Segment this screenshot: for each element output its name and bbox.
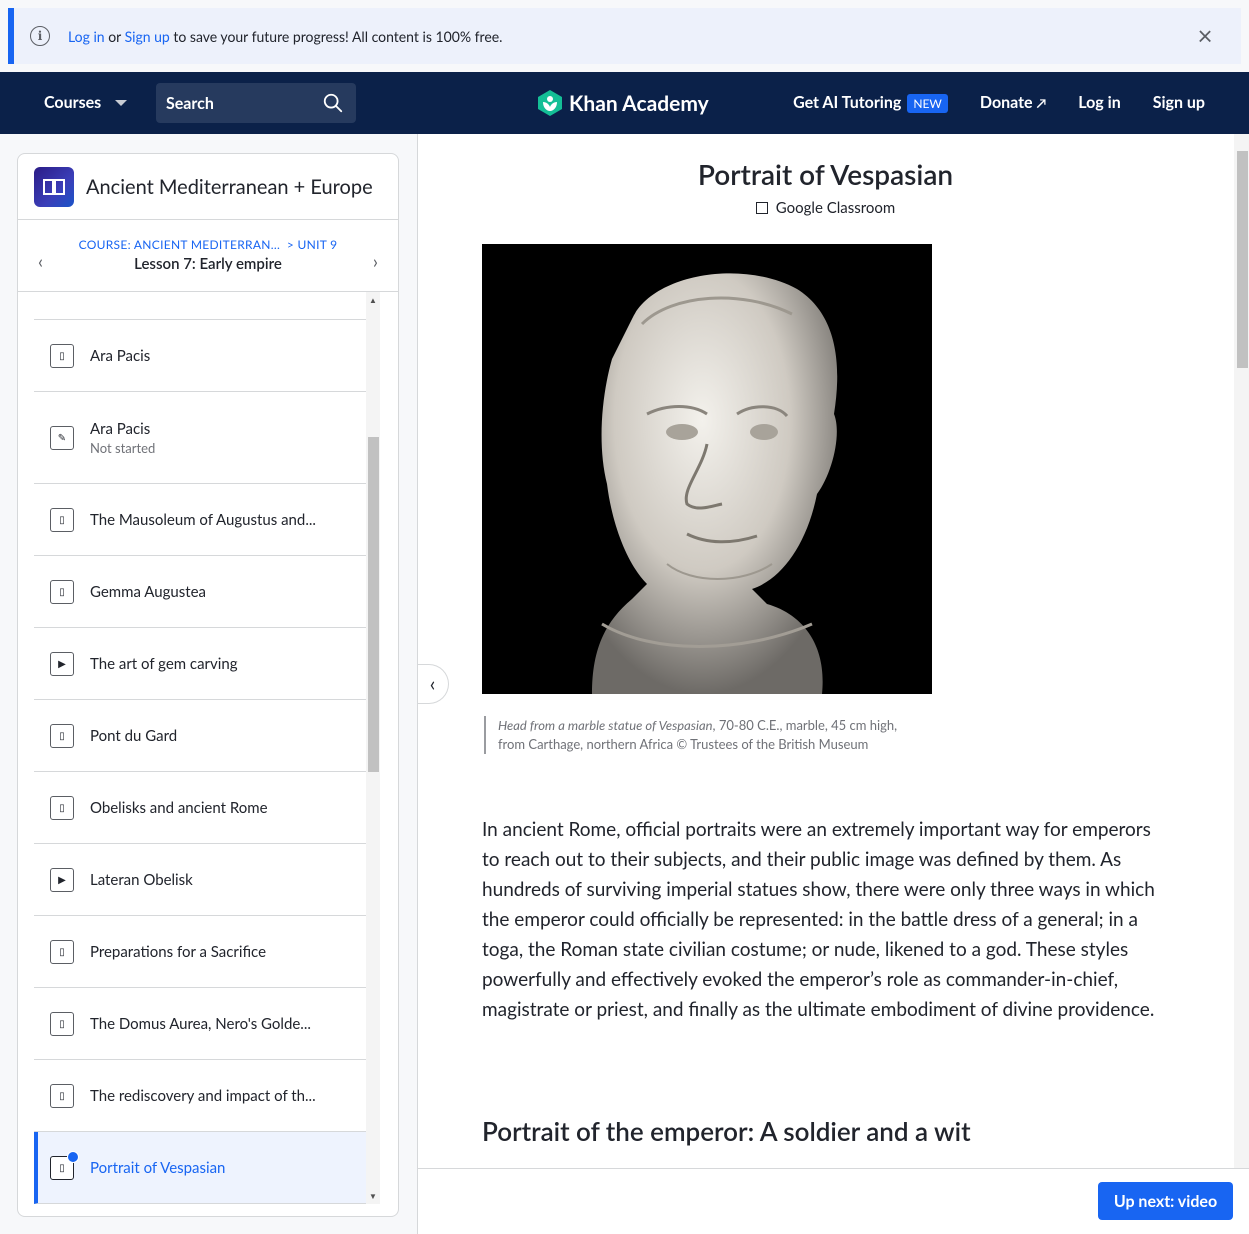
- list-item[interactable]: ▯ Preparations for a Sacrifice: [34, 916, 366, 988]
- main-scroll-thumb[interactable]: [1237, 151, 1248, 368]
- chevron-left-icon[interactable]: ‹: [38, 250, 43, 272]
- list-item[interactable]: ▶ Lateran Obelisk: [34, 844, 366, 916]
- exercise-icon: ✎: [50, 425, 74, 450]
- info-icon: i: [30, 26, 50, 46]
- header-login-link[interactable]: Log in: [1078, 93, 1120, 112]
- banner-text: to save your future progress! All conten…: [173, 27, 503, 45]
- list-item[interactable]: ▯ The Domus Aurea, Nero's Golde...: [34, 988, 366, 1060]
- caption-title: Head from a marble statue of Vespasian: [498, 717, 713, 733]
- article-icon: ▯: [50, 507, 74, 532]
- ai-tutoring-link[interactable]: Get AI Tutoring NEW: [793, 93, 948, 113]
- course-book-icon: [34, 166, 74, 207]
- chevron-right-icon[interactable]: ›: [373, 250, 378, 272]
- video-icon: ▶: [50, 651, 74, 676]
- article-icon: ▯: [50, 1150, 79, 1180]
- courses-menu-button[interactable]: Courses: [44, 93, 128, 112]
- external-link-icon: ↗: [1036, 95, 1047, 111]
- donate-label: Donate: [979, 93, 1033, 112]
- sidebar-scroll-thumb[interactable]: [368, 437, 379, 772]
- item-label: Ara Pacis: [90, 419, 151, 438]
- new-badge: NEW: [907, 94, 948, 113]
- list-item[interactable]: ▯ Ara Pacis: [34, 320, 366, 392]
- khan-academy-logo[interactable]: Khan Academy: [537, 89, 709, 117]
- item-status: Not started: [90, 439, 156, 456]
- top-navbar: Courses Search Khan Academy Get AI Tutor…: [0, 72, 1249, 134]
- list-item[interactable]: ▯ The Mausoleum of Augustus and...: [34, 484, 366, 556]
- ai-tutoring-label: Get AI Tutoring: [793, 93, 902, 112]
- item-label: The Mausoleum of Augustus and...: [90, 510, 316, 529]
- course-header[interactable]: Ancient Mediterranean + Europe: [18, 154, 398, 220]
- breadcrumb-course[interactable]: COURSE: ANCIENT MEDITERRAN...: [79, 237, 281, 252]
- khan-leaf-icon: [538, 90, 562, 116]
- header-signup-link[interactable]: Sign up: [1153, 93, 1205, 112]
- scroll-up-arrow-icon[interactable]: ▲: [369, 295, 377, 305]
- item-label: Preparations for a Sacrifice: [90, 942, 266, 961]
- banner-signup-link[interactable]: Sign up: [125, 28, 170, 45]
- login-banner: i Log in or Sign up to save your future …: [8, 8, 1241, 64]
- image-caption: Head from a marble statue of Vespasian, …: [484, 716, 904, 754]
- content-footer: Up next: video: [418, 1168, 1249, 1234]
- list-item-partial[interactable]: [34, 292, 366, 320]
- article-icon: ▯: [50, 1083, 74, 1108]
- article-icon: ▯: [50, 939, 74, 964]
- breadcrumb[interactable]: COURSE: ANCIENT MEDITERRAN... > UNIT 9: [18, 220, 398, 252]
- banner-login-link[interactable]: Log in: [68, 28, 105, 45]
- chevron-left-icon: ‹: [429, 672, 436, 696]
- item-label: Gemma Augustea: [90, 582, 206, 601]
- item-text: Ara Pacis Not started: [90, 420, 155, 456]
- lesson-navigator: ‹ COURSE: ANCIENT MEDITERRAN... > UNIT 9…: [18, 220, 398, 292]
- scroll-down-arrow-icon[interactable]: ▼: [369, 1191, 377, 1201]
- donate-link[interactable]: Donate ↗: [980, 93, 1046, 112]
- search-input[interactable]: Search: [156, 83, 356, 123]
- article-icon: ▯: [50, 1011, 74, 1036]
- collapse-sidebar-button[interactable]: ‹: [418, 664, 449, 704]
- google-classroom-label: Google Classroom: [775, 199, 896, 217]
- lesson-title: Lesson 7: Early empire: [134, 255, 282, 273]
- article-icon: ▯: [50, 343, 74, 368]
- course-title: Ancient Mediterranean + Europe: [86, 174, 373, 199]
- chevron-down-icon: [115, 99, 128, 106]
- article-icon: ▯: [50, 579, 74, 604]
- item-label: The art of gem carving: [90, 654, 238, 673]
- item-label: Ara Pacis: [90, 346, 151, 365]
- google-classroom-icon: [755, 202, 768, 214]
- list-item[interactable]: ▶ The art of gem carving: [34, 628, 366, 700]
- section-heading: Portrait of the emperor: A soldier and a…: [482, 1115, 971, 1147]
- item-label: Portrait of Vespasian: [90, 1158, 226, 1177]
- sidebar-scrollbar[interactable]: ▲ ▼: [366, 292, 380, 1204]
- item-label: The rediscovery and impact of th...: [90, 1086, 316, 1105]
- google-classroom-button[interactable]: Google Classroom: [418, 199, 1233, 217]
- lesson-item-list: ▯ Ara Pacis ✎ Ara Pacis Not started ▯ Th…: [34, 292, 366, 1204]
- article-paragraph: In ancient Rome, official portraits were…: [482, 818, 1155, 1021]
- item-label: Lateran Obelisk: [90, 870, 193, 889]
- breadcrumb-unit[interactable]: > UNIT 9: [287, 237, 338, 252]
- courses-label: Courses: [44, 93, 102, 112]
- page-title: Portrait of Vespasian: [697, 157, 954, 191]
- banner-or-text: or: [108, 27, 121, 45]
- article-icon: ▯: [50, 795, 74, 820]
- checkmark-icon: [67, 1150, 79, 1163]
- list-item[interactable]: ▯ The rediscovery and impact of th...: [34, 1060, 366, 1132]
- vespasian-bust-image: [482, 244, 932, 694]
- up-next-button[interactable]: Up next: video: [1098, 1182, 1233, 1220]
- course-sidebar: Ancient Mediterranean + Europe ‹ COURSE:…: [17, 153, 399, 1217]
- logo-text: Khan Academy: [569, 90, 709, 116]
- item-label: Obelisks and ancient Rome: [90, 798, 268, 817]
- item-label: Pont du Gard: [90, 726, 178, 745]
- close-icon[interactable]: ×: [1193, 22, 1217, 48]
- search-icon[interactable]: [322, 92, 344, 114]
- search-label: Search: [166, 93, 214, 113]
- header-links: Get AI Tutoring NEW Donate ↗ Log in Sign …: [793, 93, 1205, 113]
- list-item-active[interactable]: ▯ Portrait of Vespasian: [34, 1132, 366, 1204]
- list-item[interactable]: ▯ Gemma Augustea: [34, 556, 366, 628]
- main-scrollbar[interactable]: [1234, 134, 1249, 1168]
- list-item[interactable]: ▯ Obelisks and ancient Rome: [34, 772, 366, 844]
- item-label: The Domus Aurea, Nero's Golde...: [90, 1014, 311, 1033]
- list-item[interactable]: ✎ Ara Pacis Not started: [34, 392, 366, 484]
- article-icon: ▯: [50, 723, 74, 748]
- article-content: Portrait of Vespasian Google Classroom H…: [417, 134, 1249, 1234]
- banner-message: Log in or Sign up to save your future pr…: [68, 28, 502, 45]
- list-item[interactable]: ▯ Pont du Gard: [34, 700, 366, 772]
- video-icon: ▶: [50, 867, 74, 892]
